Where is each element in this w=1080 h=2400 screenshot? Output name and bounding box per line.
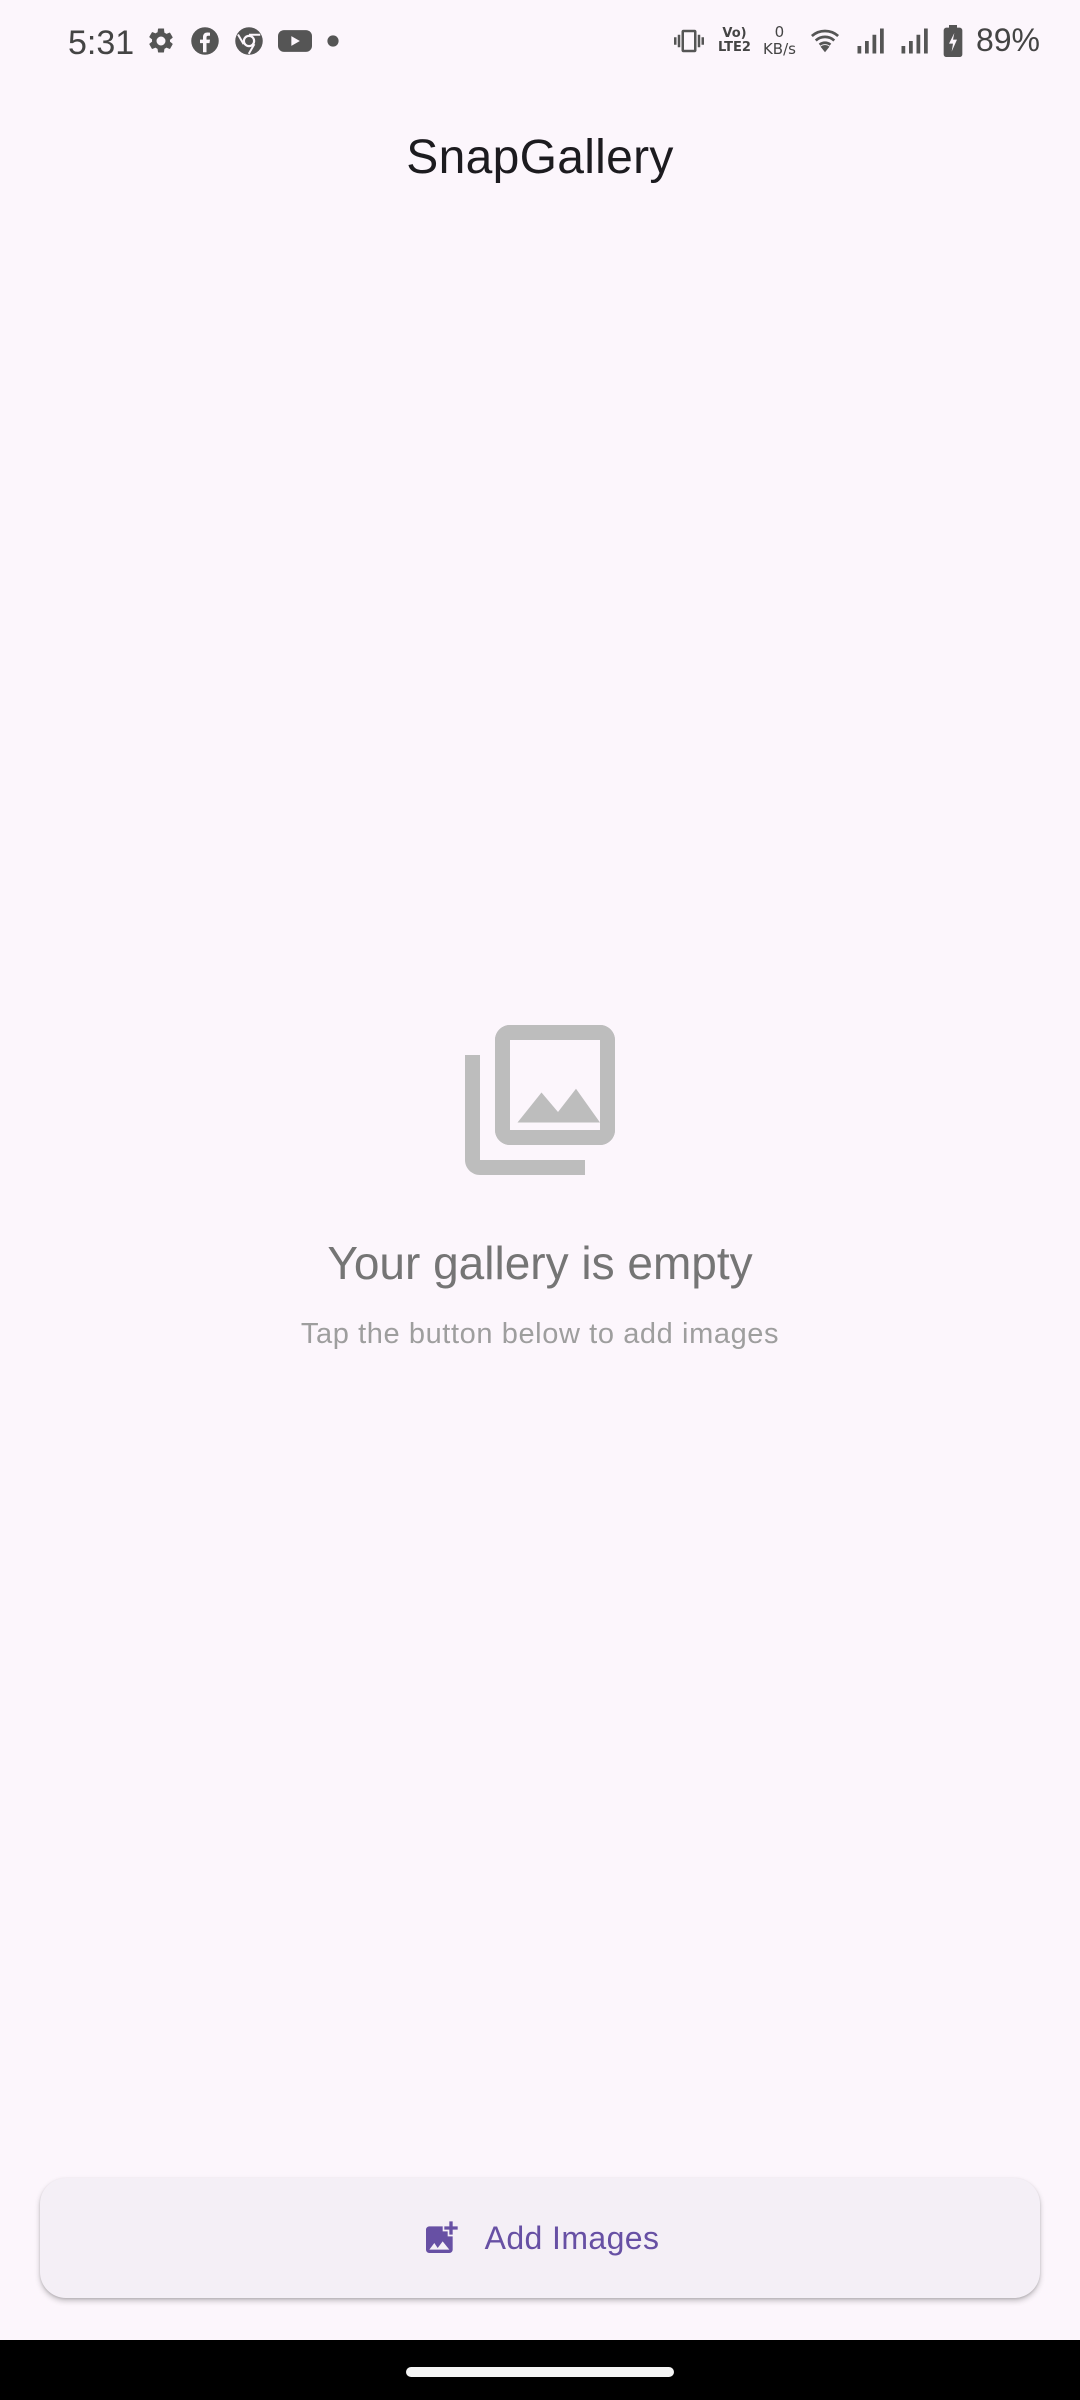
netspeed-value: 0: [774, 22, 785, 41]
empty-state: Your gallery is empty Tap the button bel…: [0, 1010, 1080, 1351]
add-images-button[interactable]: Add Images: [40, 2178, 1040, 2298]
add-images-label: Add Images: [484, 2219, 660, 2256]
photo-library-icon: [465, 1025, 615, 1175]
status-bar: 5:31 Vo) LTE2 0 KB/s 89%: [0, 0, 1080, 92]
youtube-icon: [278, 27, 312, 55]
add-photo-icon: [425, 2221, 458, 2253]
signal-icon-1: [854, 26, 886, 56]
signal-icon-2: [898, 26, 930, 56]
empty-state-subtitle: Tap the button below to add images: [300, 1318, 780, 1350]
system-status-icons: Vo) LTE2 0 KB/s 89%: [672, 22, 1040, 59]
battery-percent: 89%: [975, 22, 1040, 58]
volte-line2: LTE2: [718, 39, 751, 55]
status-time: 5:31: [68, 24, 135, 62]
settings-icon: [146, 26, 176, 56]
facebook-icon: [190, 26, 220, 56]
page-title: SnapGallery: [406, 130, 674, 184]
empty-state-title: Your gallery is empty: [327, 1237, 753, 1289]
vibrate-icon: [672, 26, 706, 56]
wifi-icon: [808, 26, 842, 56]
battery-charging-icon: [942, 24, 964, 57]
notification-icons: [146, 26, 340, 56]
volte-line1: Vo): [722, 25, 747, 41]
chrome-icon: [234, 26, 264, 56]
volte-indicator: Vo) LTE2: [718, 25, 751, 55]
netspeed-unit: KB/s: [762, 39, 796, 58]
app-bar: SnapGallery: [0, 92, 1080, 222]
navigation-bar: [0, 2340, 1080, 2400]
network-speed: 0 KB/s: [762, 22, 796, 58]
dot-icon: [326, 34, 340, 48]
home-gesture-handle[interactable]: [406, 2367, 674, 2377]
